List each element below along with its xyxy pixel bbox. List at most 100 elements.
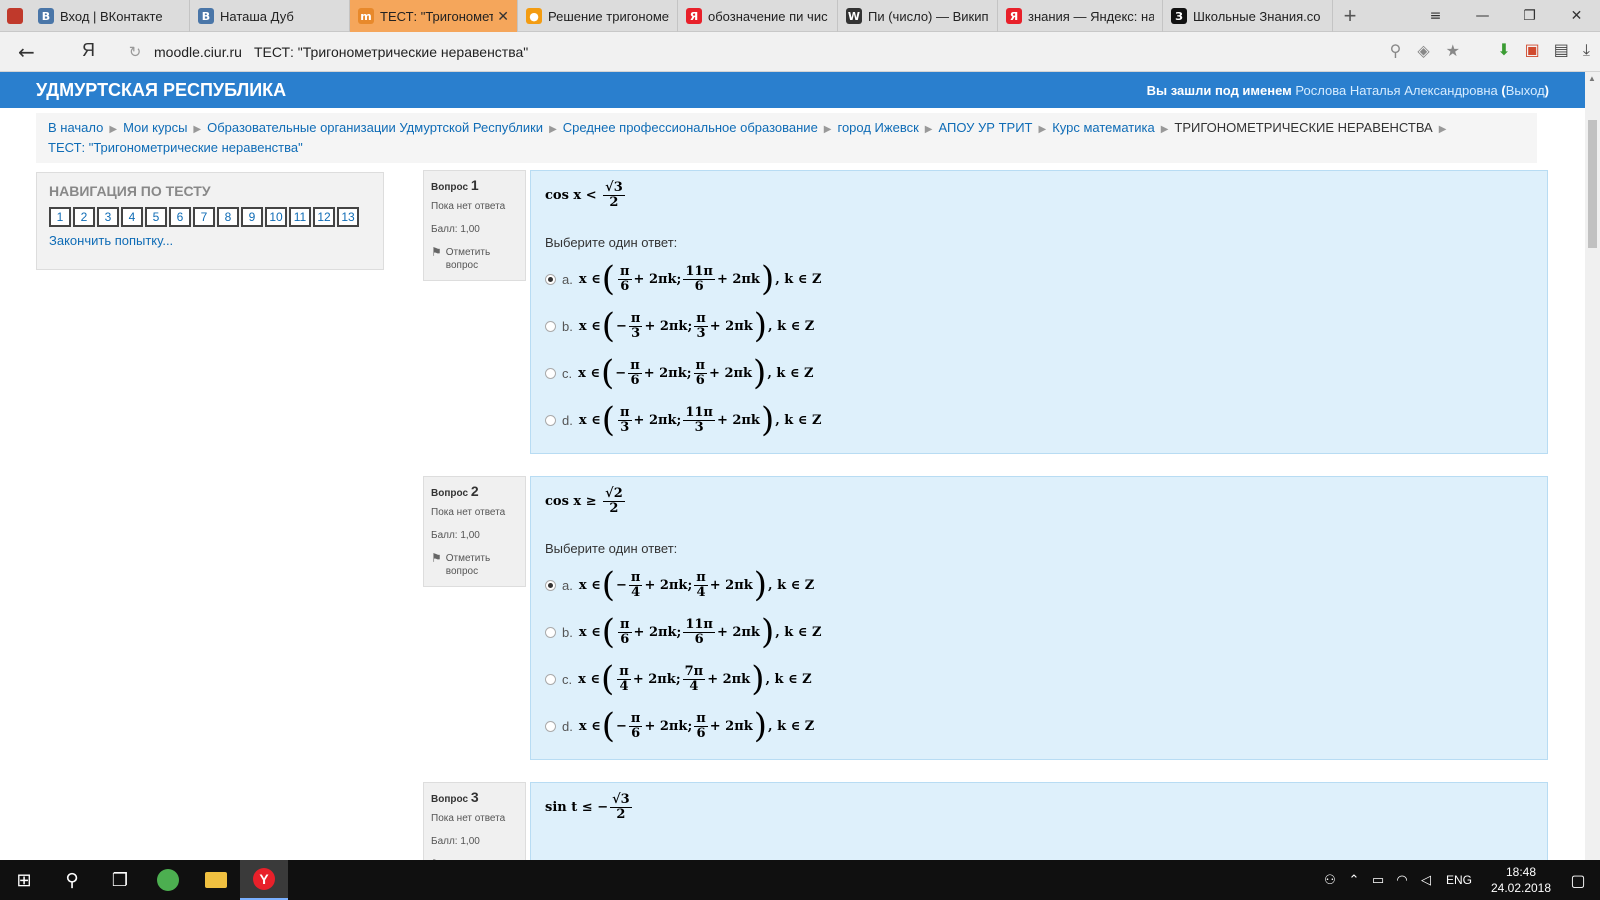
minimize-icon[interactable]: — [1459, 0, 1506, 32]
notifications-icon[interactable]: ▢ [1556, 871, 1600, 890]
question-info: Вопрос 3Пока нет ответаБалл: 1,00⚑Отмети… [423, 782, 526, 860]
answer-option[interactable]: d. x ∈(− π 6 + 2πk; π 6 + 2πk), k ∈ Z [545, 703, 1533, 750]
people-icon[interactable]: ⚇ [1318, 873, 1342, 888]
close-tab-icon[interactable]: ✕ [497, 8, 509, 25]
quiz-nav-button[interactable]: 3 [97, 207, 119, 227]
quiz-nav-button[interactable]: 13 [337, 207, 359, 227]
answer-radio[interactable] [545, 580, 556, 591]
answer-option[interactable]: b. x ∈(− π 3 + 2πk; π 3 + 2πk), k ∈ Z [545, 303, 1533, 350]
chevron-up-icon[interactable]: ⌃ [1342, 873, 1366, 888]
logout-paren-close: ) [1544, 82, 1549, 98]
downloads-icon[interactable]: ⤓ [1583, 40, 1590, 60]
browser-tab[interactable]: З Школьные Знания.co [1163, 0, 1333, 32]
answer-option[interactable]: b. x ∈(π 6 + 2πk; 11π 6 + 2πk), k ∈ Z [545, 609, 1533, 656]
breadcrumb-item[interactable]: Курс математика [1052, 120, 1155, 135]
hamburger-menu-icon[interactable]: ≡ [1412, 0, 1459, 32]
quiz-nav-button[interactable]: 11 [289, 207, 311, 227]
task-view-icon[interactable]: ❐ [96, 860, 144, 900]
quiz-nav-button[interactable]: 2 [73, 207, 95, 227]
fraction-denominator: 6 [694, 279, 704, 294]
browser-menu-icon[interactable] [0, 0, 30, 32]
answer-radio[interactable] [545, 274, 556, 285]
volume-icon[interactable]: ◁ [1414, 873, 1438, 888]
answer-option[interactable]: c. x ∈(π 4 + 2πk; 7π 4 + 2πk), k ∈ Z [545, 656, 1533, 703]
breadcrumb-item[interactable]: Среднее профессиональное образование [563, 120, 818, 135]
quiz-nav-button[interactable]: 12 [313, 207, 335, 227]
protect-icon[interactable]: ◈ [1417, 41, 1429, 60]
flag-question-button[interactable]: ⚑Отметить вопрос [431, 246, 518, 272]
quiz-nav-button[interactable]: 7 [193, 207, 215, 227]
quiz-nav-button[interactable]: 1 [49, 207, 71, 227]
breadcrumb-item[interactable]: Образовательные организации Удмуртской Р… [207, 120, 543, 135]
answer-option[interactable]: a. x ∈(π 6 + 2πk; 11π 6 + 2πk), k ∈ Z [545, 256, 1533, 303]
search-taskbar-icon[interactable]: ⚲ [48, 860, 96, 900]
answer-option[interactable]: c. x ∈(− π 6 + 2πk; π 6 + 2πk), k ∈ Z [545, 350, 1533, 397]
language-indicator[interactable]: ENG [1446, 873, 1472, 887]
browser-tab[interactable]: ● Решение тригономет [518, 0, 678, 32]
search-icon[interactable]: ⚲ [1390, 41, 1402, 60]
breadcrumb-item[interactable]: В начало [48, 120, 103, 135]
browser-tab[interactable]: W Пи (число) — Википе [838, 0, 998, 32]
answer-radio[interactable] [545, 674, 556, 685]
scrollbar-thumb[interactable] [1588, 120, 1597, 248]
file-explorer-icon[interactable] [192, 860, 240, 900]
breadcrumb-item[interactable]: Мои курсы [123, 120, 187, 135]
question-number-value: 1 [470, 177, 479, 193]
scroll-up-icon[interactable]: ▲ [1588, 74, 1596, 83]
quiz-nav-button[interactable]: 5 [145, 207, 167, 227]
answer-radio[interactable] [545, 321, 556, 332]
restore-icon[interactable]: ❐ [1506, 0, 1553, 32]
answer-option[interactable]: a. x ∈(− π 4 + 2πk; π 4 + 2πk), k ∈ Z [545, 562, 1533, 609]
breadcrumb-item[interactable]: город Ижевск [838, 120, 919, 135]
math-token: x ∈ [578, 625, 601, 640]
quiz-nav-button[interactable]: 9 [241, 207, 263, 227]
fraction: 11π 6 [683, 617, 715, 648]
maps-app-icon[interactable] [144, 860, 192, 900]
quiz-nav-button[interactable]: 4 [121, 207, 143, 227]
yandex-browser-taskbar-icon[interactable]: Y [240, 860, 288, 900]
math-token: ; [686, 366, 692, 381]
quiz-nav-button[interactable]: 10 [265, 207, 287, 227]
answer-radio[interactable] [545, 627, 556, 638]
finish-attempt-link[interactable]: Закончить попытку... [49, 233, 371, 248]
answer-formula: x ∈(− π 4 + 2πk; π 4 + 2πk), k ∈ Z [579, 568, 814, 602]
back-arrow-icon[interactable]: ← [18, 40, 35, 64]
math-token: + 2πk [633, 413, 677, 428]
page-scrollbar[interactable]: ▲ [1585, 72, 1600, 860]
right-paren: ) [753, 306, 768, 347]
browser-tab[interactable]: В Наташа Дуб [190, 0, 350, 32]
clock[interactable]: 18:48 24.02.2018 [1486, 864, 1556, 896]
browser-tab[interactable]: Язнания — Яндекс: на [998, 0, 1163, 32]
moodle-icon: m [358, 8, 374, 24]
answer-radio[interactable] [545, 721, 556, 732]
user-name-link[interactable]: Рослова Наталья Александровна [1295, 83, 1497, 98]
flag-question-button[interactable]: ⚑Отметить вопрос [431, 552, 518, 578]
logout-link[interactable]: Выход [1506, 83, 1545, 98]
reload-icon[interactable]: ↻ [120, 43, 150, 61]
wifi-icon[interactable]: ◠ [1390, 873, 1414, 888]
browser-tab[interactable]: Яобозначение пи чис [678, 0, 838, 32]
new-tab-button[interactable]: + [1333, 0, 1367, 32]
start-windows-icon[interactable]: ⊞ [0, 860, 48, 900]
breadcrumb-item[interactable]: ТЕСТ: "Тригонометрические неравенства" [48, 140, 303, 155]
breadcrumb-item[interactable]: АПОУ УР ТРИТ [938, 120, 1032, 135]
answer-radio[interactable] [545, 415, 556, 426]
browser-tab[interactable]: m ТЕСТ: "Тригономет ✕ [350, 0, 518, 32]
quiz-nav-buttons: 1 2 3 4 5 6 7 8 9 10 11 12 13 [49, 207, 371, 227]
battery-icon[interactable]: ▭ [1366, 873, 1390, 888]
url-field[interactable]: ↻ moodle.ciur.ru ТЕСТ: "Тригонометрическ… [120, 37, 1460, 67]
pdf-extension-icon[interactable]: ▣ [1525, 40, 1540, 60]
math-token: + 2πk [709, 319, 753, 334]
quiz-nav-button[interactable]: 6 [169, 207, 191, 227]
yandex-home-icon[interactable]: Я [82, 40, 95, 61]
close-window-icon[interactable]: ✕ [1553, 0, 1600, 32]
reader-icon[interactable]: ▤ [1554, 40, 1569, 60]
math-token: ; [687, 578, 693, 593]
answer-radio[interactable] [545, 368, 556, 379]
browser-tab[interactable]: В Вход | ВКонтакте [30, 0, 190, 32]
answer-option[interactable]: d. x ∈(π 3 + 2πk; 11π 3 + 2πk), k ∈ Z [545, 397, 1533, 444]
breadcrumb-item: ТРИГОНОМЕТРИЧЕСКИЕ НЕРАВЕНСТВА [1174, 120, 1433, 135]
bookmark-star-icon[interactable]: ★ [1446, 41, 1460, 60]
download-extension-icon[interactable]: ⬇ [1497, 40, 1510, 60]
quiz-nav-button[interactable]: 8 [217, 207, 239, 227]
